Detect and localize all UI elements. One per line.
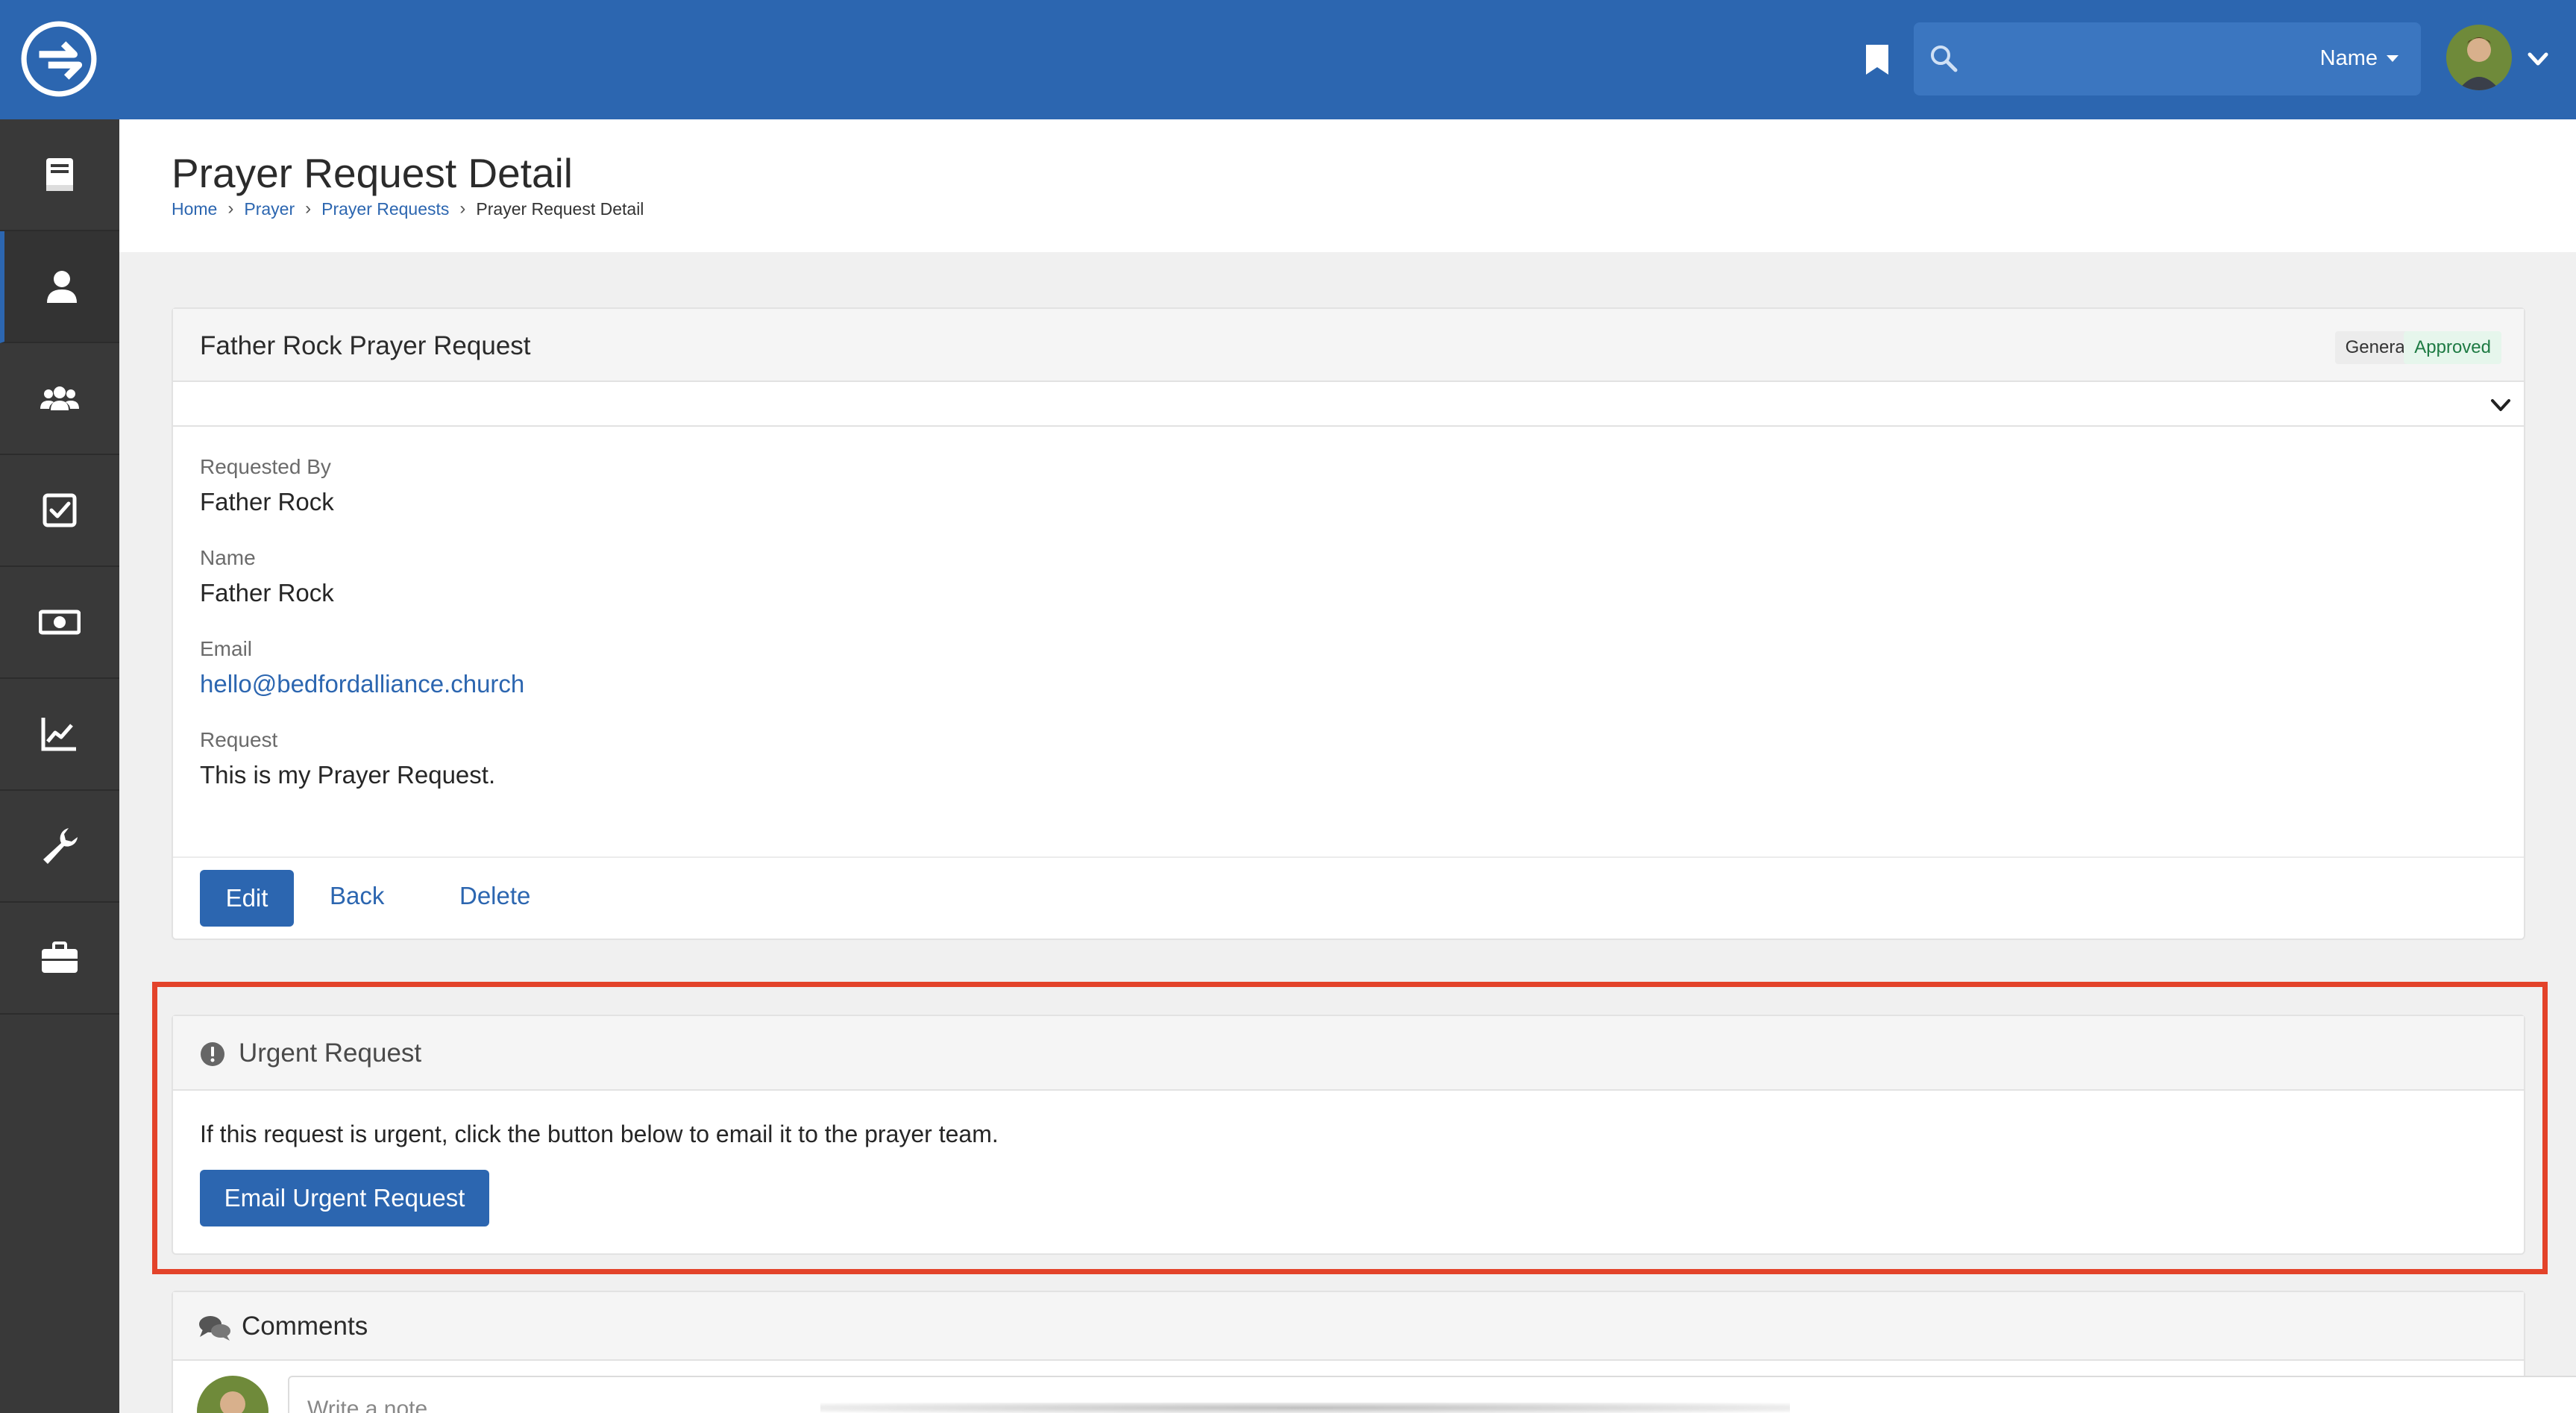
panel-title: Father Rock Prayer Request xyxy=(200,331,531,360)
breadcrumb: Home › Prayer › Prayer Requests › Prayer… xyxy=(172,198,644,219)
panel-heading: Father Rock Prayer Request General Appro… xyxy=(173,309,2524,382)
briefcase-icon xyxy=(42,942,78,973)
sidebar-item-reporting[interactable] xyxy=(0,679,119,791)
request-value: This is my Prayer Request. xyxy=(200,761,496,789)
bookmark-icon[interactable] xyxy=(1865,43,1890,76)
sidebar-item-tasks[interactable] xyxy=(0,455,119,567)
person-icon xyxy=(47,271,77,303)
money-icon xyxy=(39,610,81,635)
avatar xyxy=(197,1376,268,1413)
highlight-frame xyxy=(152,982,2548,1274)
comments-panel: Comments Write a note... xyxy=(172,1291,2576,1413)
requested-by-label: Requested By xyxy=(200,455,331,478)
sidebar xyxy=(0,119,119,1413)
actions-divider xyxy=(173,856,2524,858)
sidebar-item-bible[interactable] xyxy=(0,119,119,231)
page-title: Prayer Request Detail xyxy=(172,150,574,196)
sidebar-item-groups[interactable] xyxy=(0,343,119,455)
sidebar-item-tools[interactable] xyxy=(0,791,119,903)
breadcrumb-current: Prayer Request Detail xyxy=(476,198,644,219)
search-icon xyxy=(1931,46,1958,72)
search-scope-dropdown[interactable]: Name xyxy=(2320,43,2398,73)
request-label: Request xyxy=(200,728,278,751)
name-label: Name xyxy=(200,546,256,569)
checkbox-icon xyxy=(43,493,77,527)
panel-heading: Comments xyxy=(173,1292,2524,1361)
sidebar-item-finance[interactable] xyxy=(0,567,119,679)
scroll-shadow xyxy=(820,1403,1790,1413)
prayer-request-panel: Father Rock Prayer Request General Appro… xyxy=(172,307,2525,940)
edit-button[interactable]: Edit xyxy=(200,870,294,927)
chart-line-icon xyxy=(41,718,76,751)
logo-icon[interactable] xyxy=(21,21,97,97)
panel-drawer-toggle[interactable] xyxy=(173,382,2524,427)
breadcrumb-home[interactable]: Home xyxy=(172,199,217,219)
page-header: Prayer Request Detail Home › Prayer › Pr… xyxy=(119,119,2576,252)
chevron-right-icon: › xyxy=(459,198,466,219)
name-value: Father Rock xyxy=(200,579,334,607)
sidebar-item-people[interactable] xyxy=(0,231,119,343)
user-avatar[interactable] xyxy=(2446,25,2512,90)
back-button[interactable]: Back xyxy=(330,882,384,910)
caret-down-icon xyxy=(2387,54,2398,62)
panel-title: Comments xyxy=(242,1312,368,1341)
chevron-down-icon[interactable] xyxy=(2488,392,2513,418)
chevron-right-icon: › xyxy=(227,198,234,219)
top-navbar: Name xyxy=(0,0,2576,119)
breadcrumb-prayer[interactable]: Prayer xyxy=(244,199,295,219)
sidebar-item-admin[interactable] xyxy=(0,903,119,1015)
email-link[interactable]: hello@bedfordalliance.church xyxy=(200,670,524,698)
chevron-down-icon[interactable] xyxy=(2525,46,2551,72)
search-box[interactable]: Name xyxy=(1914,22,2421,95)
breadcrumb-prayer-requests[interactable]: Prayer Requests xyxy=(321,199,449,219)
users-icon xyxy=(40,386,79,410)
search-scope-label: Name xyxy=(2319,46,2378,70)
comments-icon xyxy=(199,1316,230,1341)
chevron-right-icon: › xyxy=(305,198,312,219)
status-badge: Approved xyxy=(2404,331,2501,364)
delete-button[interactable]: Delete xyxy=(459,882,530,910)
book-icon xyxy=(46,158,73,191)
email-label: Email xyxy=(200,637,253,660)
requested-by-value: Father Rock xyxy=(200,488,334,516)
wrench-icon xyxy=(43,828,78,864)
